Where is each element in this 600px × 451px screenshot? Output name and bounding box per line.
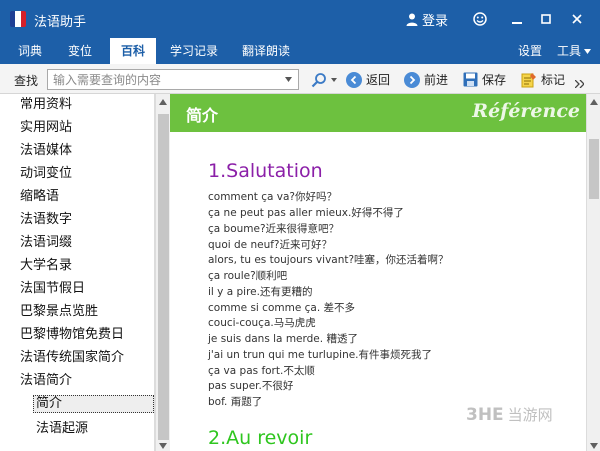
sidebar-item-useful-sites[interactable]: 实用网站 bbox=[20, 117, 72, 139]
skin-button[interactable] bbox=[469, 8, 491, 30]
watermark-text: 当游网 bbox=[507, 406, 553, 424]
sidebar-scrollbar[interactable] bbox=[155, 94, 170, 451]
sidebar-item-paris-sights[interactable]: 巴黎景点览胜 bbox=[20, 301, 98, 323]
double-chevron-right-icon bbox=[575, 79, 584, 88]
chevron-down-icon bbox=[584, 48, 591, 54]
arrow-left-icon bbox=[346, 71, 362, 88]
search-button[interactable] bbox=[311, 70, 337, 89]
login-button[interactable]: 登录 bbox=[406, 9, 448, 29]
sidebar-item-intro[interactable]: 简介 bbox=[33, 395, 154, 413]
note-marker-icon bbox=[521, 72, 536, 87]
bookmark-button[interactable]: 标记 bbox=[521, 70, 565, 89]
sidebar-scroll-thumb[interactable] bbox=[158, 114, 169, 440]
banner-subtitle: Référence bbox=[472, 100, 580, 122]
menu-item-conjugation[interactable]: 变位 bbox=[60, 38, 100, 64]
close-button[interactable] bbox=[566, 8, 588, 30]
close-icon bbox=[572, 14, 582, 24]
sidebar-item-common-info[interactable]: 常用资料 bbox=[20, 94, 72, 116]
app-title: 法语助手 bbox=[34, 15, 87, 30]
forward-label: 前进 bbox=[424, 73, 449, 87]
back-label: 返回 bbox=[366, 73, 391, 87]
toolbar-overflow-button[interactable] bbox=[575, 74, 584, 93]
menu-item-tools[interactable]: 工具 bbox=[554, 38, 594, 64]
sidebar-item-french-affixes[interactable]: 法语词缀 bbox=[20, 232, 72, 254]
menu-item-encyclopedia[interactable]: 百科 bbox=[110, 38, 156, 64]
minimize-icon bbox=[512, 22, 522, 24]
minimize-button[interactable] bbox=[506, 8, 528, 30]
chevron-down-icon bbox=[331, 77, 337, 82]
arrow-right-icon bbox=[404, 71, 420, 88]
chevron-down-icon bbox=[284, 77, 292, 82]
title-bar: 法语助手 登录 bbox=[0, 0, 600, 38]
tools-label: 工具 bbox=[556, 44, 581, 58]
section-title-au-revoir: 2.Au revoir bbox=[208, 427, 313, 449]
search-box bbox=[47, 69, 299, 90]
watermark-brand: 3HE bbox=[466, 405, 504, 425]
sidebar-item-paris-museums[interactable]: 巴黎博物馆免费日 bbox=[20, 324, 124, 346]
phrase-line: il y a pire.还有更糟的 bbox=[208, 286, 313, 298]
scroll-up-arrow-icon[interactable] bbox=[159, 99, 167, 105]
phrase-line: ça ne peut pas aller mieux.好得不得了 bbox=[208, 207, 404, 219]
sidebar-item-university-list[interactable]: 大学名录 bbox=[20, 255, 72, 277]
phrase-line: ça roule?顺利吧 bbox=[208, 270, 288, 282]
search-history-dropdown[interactable] bbox=[280, 70, 296, 89]
search-icon bbox=[311, 72, 326, 87]
app-logo-flag-icon bbox=[10, 11, 26, 27]
sidebar-item-french-origin[interactable]: 法语起源 bbox=[36, 418, 88, 440]
sidebar-item-french-intro[interactable]: 法语简介 bbox=[20, 370, 72, 392]
phrase-line: quoi de neuf?近来可好？ bbox=[208, 239, 333, 251]
menu-item-study-record[interactable]: 学习记录 bbox=[162, 38, 226, 64]
section-title-salutation: 1.Salutation bbox=[208, 160, 323, 182]
phrase-line: bof. 甭题了 bbox=[208, 396, 263, 408]
user-icon bbox=[406, 13, 418, 26]
content-scroll-thumb[interactable] bbox=[589, 139, 599, 199]
sidebar-item-french-numbers[interactable]: 法语数字 bbox=[20, 209, 72, 231]
scroll-down-arrow-icon[interactable] bbox=[159, 443, 167, 449]
forward-button[interactable]: 前进 bbox=[404, 70, 448, 89]
phrase-line: ça va pas fort.不太顺 bbox=[208, 365, 315, 377]
article-content: 简介 Référence 1.Salutation comment ça va?… bbox=[170, 94, 586, 451]
toolbar: 查找 返回 前进 保存 bbox=[0, 64, 600, 94]
menu-bar: 词典 变位 百科 学习记录 翻译朗读 设置 工具 bbox=[0, 38, 600, 64]
phrase-line: comme si comme ça. 差不多 bbox=[208, 302, 356, 314]
maximize-icon bbox=[541, 14, 551, 24]
phrase-line: j'ai un trun qui me turlupine.有件事烦死我了 bbox=[208, 349, 433, 361]
sidebar-item-french-media[interactable]: 法语媒体 bbox=[20, 140, 72, 162]
phrase-line: je suis dans la merde. 糟透了 bbox=[208, 333, 358, 345]
sidebar-item-abbreviations[interactable]: 缩略语 bbox=[20, 186, 59, 208]
phrase-line: ça boume?近来很得意吧？ bbox=[208, 223, 340, 235]
menu-item-settings[interactable]: 设置 bbox=[514, 38, 546, 64]
watermark: 3HE 当游网 bbox=[466, 404, 553, 425]
article-banner: 简介 Référence bbox=[170, 94, 586, 132]
smiley-icon bbox=[473, 12, 487, 26]
phrase-line: pas super.不很好 bbox=[208, 380, 294, 392]
floppy-disk-icon bbox=[463, 72, 478, 87]
login-label: 登录 bbox=[422, 13, 449, 29]
maximize-button[interactable] bbox=[535, 8, 557, 30]
scroll-down-arrow-icon[interactable] bbox=[590, 443, 598, 449]
banner-title: 简介 bbox=[186, 106, 219, 125]
phrase-line: couci-couça.马马虎虎 bbox=[208, 317, 316, 329]
phrase-line: comment ça va?你好吗？ bbox=[208, 191, 337, 203]
search-input[interactable] bbox=[48, 70, 278, 89]
back-button[interactable]: 返回 bbox=[346, 70, 390, 89]
sidebar-item-francophone-countries[interactable]: 法语传统国家简介 bbox=[20, 347, 124, 369]
bookmark-label: 标记 bbox=[541, 73, 566, 87]
menu-item-dictionary[interactable]: 词典 bbox=[10, 38, 50, 64]
save-label: 保存 bbox=[482, 73, 507, 87]
save-button[interactable]: 保存 bbox=[463, 70, 506, 89]
find-label: 查找 bbox=[14, 74, 39, 88]
sidebar: 常用资料 实用网站 法语媒体 动词变位 缩略语 法语数字 法语词缀 大学名录 法… bbox=[0, 94, 155, 451]
content-scrollbar[interactable] bbox=[586, 94, 600, 451]
scroll-up-arrow-icon[interactable] bbox=[590, 99, 598, 105]
sidebar-item-french-holidays[interactable]: 法国节假日 bbox=[20, 278, 85, 300]
menu-item-translate[interactable]: 翻译朗读 bbox=[234, 38, 298, 64]
phrase-line: alors, tu es toujours vivant?哇塞，你还活着啊？ bbox=[208, 254, 449, 266]
sidebar-item-verb-conjugation[interactable]: 动词变位 bbox=[20, 163, 72, 185]
